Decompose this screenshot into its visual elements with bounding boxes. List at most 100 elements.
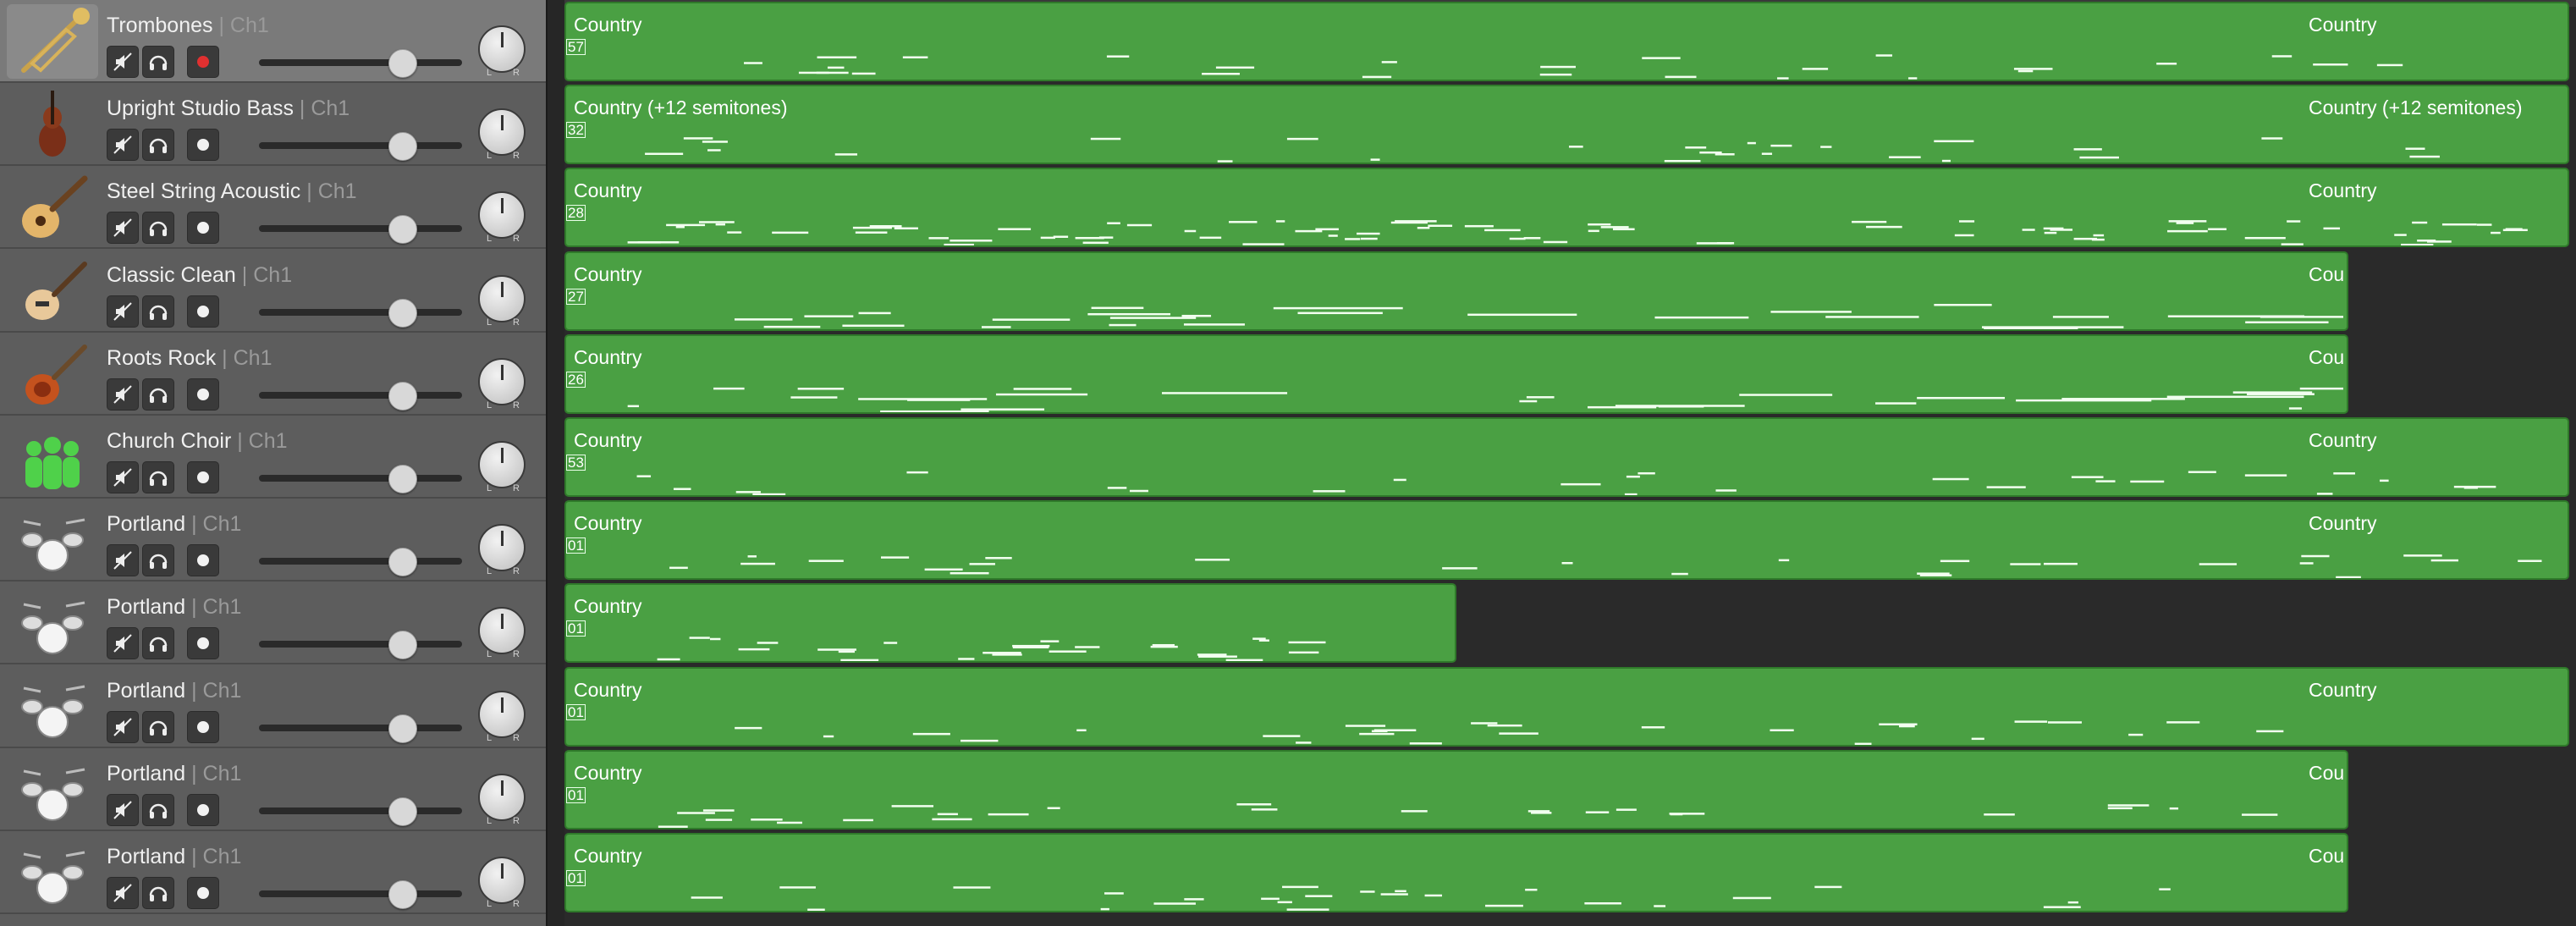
panel-divider[interactable] [546, 0, 564, 926]
volume-slider-knob[interactable] [388, 132, 417, 161]
mute-button[interactable] [107, 794, 139, 826]
mute-button[interactable] [107, 378, 139, 411]
pan-knob[interactable] [478, 524, 526, 571]
mute-button[interactable] [107, 212, 139, 244]
track-name[interactable]: Steel String Acoustic | Ch1 [107, 179, 357, 204]
solo-button[interactable] [142, 627, 174, 659]
volume-slider-track[interactable] [259, 225, 462, 232]
mute-button[interactable] [107, 461, 139, 493]
record-enable-button[interactable] [187, 544, 219, 576]
volume-slider-track[interactable] [259, 309, 462, 316]
pan-knob[interactable] [478, 774, 526, 821]
volume-slider-knob[interactable] [388, 465, 417, 493]
track-name[interactable]: Portland | Ch1 [107, 595, 241, 620]
midi-region[interactable]: Country Country 01 [564, 500, 2569, 580]
solo-button[interactable] [142, 711, 174, 743]
track-header[interactable]: Portland | Ch1 L R [0, 748, 546, 831]
volume-slider-knob[interactable] [388, 714, 417, 743]
volume-slider-knob[interactable] [388, 215, 417, 244]
mute-button[interactable] [107, 129, 139, 161]
midi-region[interactable]: Country Cou 01 [564, 750, 2348, 830]
midi-region[interactable]: Country Cou 26 [564, 334, 2348, 414]
pan-knob[interactable] [478, 691, 526, 738]
solo-button[interactable] [142, 877, 174, 909]
track-name[interactable]: Portland | Ch1 [107, 679, 241, 703]
record-enable-button[interactable] [187, 627, 219, 659]
record-enable-button[interactable] [187, 212, 219, 244]
track-header[interactable]: Portland | Ch1 L R [0, 582, 546, 664]
mute-button[interactable] [107, 295, 139, 328]
volume-slider-track[interactable] [259, 890, 462, 897]
track-name[interactable]: Upright Studio Bass | Ch1 [107, 96, 350, 121]
volume-slider-track[interactable] [259, 392, 462, 399]
track-header[interactable]: Steel String Acoustic | Ch1 L R [0, 166, 546, 249]
track-name[interactable]: Portland | Ch1 [107, 512, 241, 537]
record-enable-button[interactable] [187, 877, 219, 909]
midi-region[interactable]: Country Cou 27 [564, 251, 2348, 331]
volume-slider-knob[interactable] [388, 382, 417, 411]
track-name[interactable]: Trombones | Ch1 [107, 14, 269, 38]
record-enable-button[interactable] [187, 711, 219, 743]
track-name[interactable]: Roots Rock | Ch1 [107, 346, 272, 371]
volume-slider-track[interactable] [259, 807, 462, 814]
track-name[interactable]: Church Choir | Ch1 [107, 429, 288, 454]
pan-knob[interactable] [478, 857, 526, 904]
track-header[interactable]: Trombones | Ch1 L R [0, 0, 546, 83]
volume-slider-knob[interactable] [388, 548, 417, 576]
solo-button[interactable] [142, 46, 174, 78]
mute-button[interactable] [107, 711, 139, 743]
solo-button[interactable] [142, 212, 174, 244]
solo-button[interactable] [142, 461, 174, 493]
track-name[interactable]: Portland | Ch1 [107, 762, 241, 786]
volume-slider-knob[interactable] [388, 49, 417, 78]
solo-button[interactable] [142, 295, 174, 328]
record-enable-button[interactable] [187, 46, 219, 78]
pan-knob[interactable] [478, 358, 526, 405]
track-header[interactable]: Portland | Ch1 L R [0, 831, 546, 914]
record-enable-button[interactable] [187, 794, 219, 826]
solo-button[interactable] [142, 129, 174, 161]
record-enable-button[interactable] [187, 378, 219, 411]
track-header[interactable]: Church Choir | Ch1 L R [0, 416, 546, 499]
mute-button[interactable] [107, 544, 139, 576]
pan-knob[interactable] [478, 275, 526, 322]
midi-region[interactable]: Country Cou 01 [564, 833, 2348, 912]
volume-slider-track[interactable] [259, 725, 462, 731]
volume-slider-track[interactable] [259, 142, 462, 149]
volume-slider-track[interactable] [259, 641, 462, 648]
midi-region[interactable]: Country (+12 semitones) Country (+12 semi… [564, 85, 2569, 164]
track-name[interactable]: Portland | Ch1 [107, 845, 241, 869]
mute-button[interactable] [107, 877, 139, 909]
track-header[interactable]: Classic Clean | Ch1 L R [0, 250, 546, 333]
midi-region[interactable]: Country Country 01 [564, 667, 2569, 747]
midi-region[interactable]: Country 01 [564, 583, 1456, 663]
volume-slider-knob[interactable] [388, 797, 417, 826]
track-name[interactable]: Classic Clean | Ch1 [107, 263, 292, 288]
pan-knob[interactable] [478, 607, 526, 654]
volume-slider-knob[interactable] [388, 299, 417, 328]
solo-button[interactable] [142, 544, 174, 576]
solo-button[interactable] [142, 794, 174, 826]
volume-slider-track[interactable] [259, 59, 462, 66]
record-enable-button[interactable] [187, 129, 219, 161]
volume-slider-track[interactable] [259, 475, 462, 482]
track-header[interactable]: Upright Studio Bass | Ch1 L R [0, 83, 546, 166]
track-header[interactable]: Portland | Ch1 L R [0, 499, 546, 582]
midi-region[interactable]: Country Country 28 [564, 168, 2569, 247]
pan-knob[interactable] [478, 25, 526, 73]
record-enable-button[interactable] [187, 295, 219, 328]
volume-slider-knob[interactable] [388, 880, 417, 909]
midi-region[interactable]: Country Country 53 [564, 417, 2569, 497]
track-header[interactable]: Roots Rock | Ch1 L R [0, 333, 546, 416]
volume-slider-track[interactable] [259, 558, 462, 565]
record-enable-button[interactable] [187, 461, 219, 493]
mute-button[interactable] [107, 46, 139, 78]
track-header[interactable]: Portland | Ch1 L R [0, 665, 546, 748]
solo-button[interactable] [142, 378, 174, 411]
mute-button[interactable] [107, 627, 139, 659]
midi-region[interactable]: Country Country 57 [564, 2, 2569, 81]
volume-slider-knob[interactable] [388, 631, 417, 659]
pan-knob[interactable] [478, 108, 526, 156]
pan-knob[interactable] [478, 441, 526, 488]
pan-knob[interactable] [478, 191, 526, 239]
